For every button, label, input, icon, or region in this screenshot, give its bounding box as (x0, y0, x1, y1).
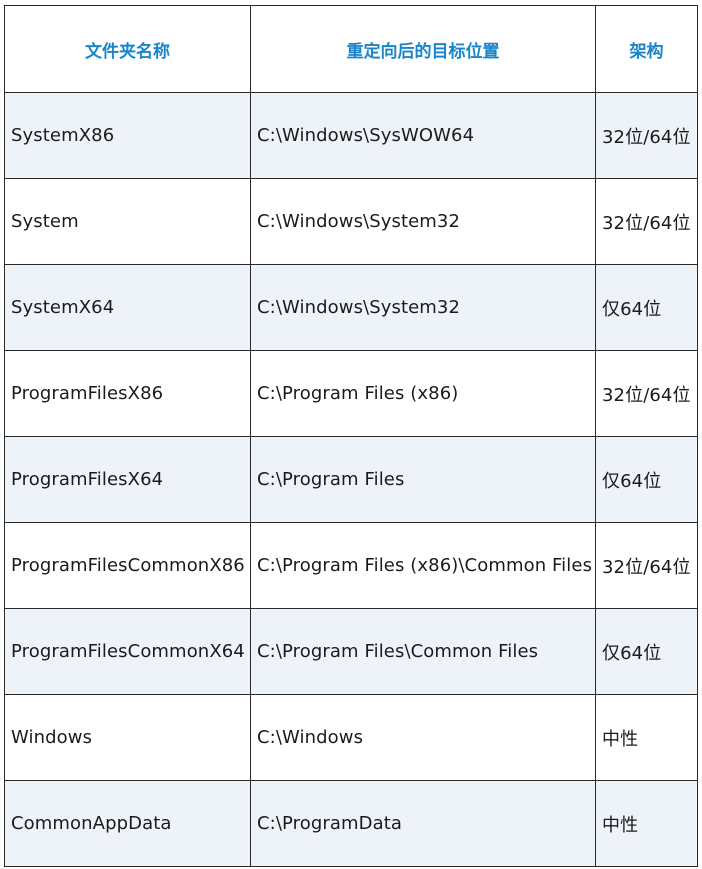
table-header-row: 文件夹名称 重定向后的目标位置 架构 (4, 5, 698, 93)
table-row: ProgramFilesCommonX64 C:\Program Files\C… (4, 608, 698, 695)
cell-target-location: C:\Program Files (x86) (250, 350, 596, 437)
cell-target-location: C:\Windows (250, 694, 596, 781)
header-folder-name: 文件夹名称 (4, 5, 251, 93)
cell-folder-name: SystemX64 (4, 264, 251, 351)
table-row: SystemX64 C:\Windows\System32 仅64位 (4, 264, 698, 351)
cell-target-location: C:\Windows\System32 (250, 264, 596, 351)
table-row: CommonAppData C:\ProgramData 中性 (4, 780, 698, 867)
cell-architecture: 中性 (595, 780, 698, 867)
cell-folder-name: Windows (4, 694, 251, 781)
folder-redirect-table: 文件夹名称 重定向后的目标位置 架构 SystemX86 C:\Windows\… (4, 5, 698, 867)
cell-target-location: C:\Program Files (x86)\Common Files (250, 522, 596, 609)
cell-folder-name: System (4, 178, 251, 265)
cell-architecture: 仅64位 (595, 608, 698, 695)
folder-redirect-table-container: 文件夹名称 重定向后的目标位置 架构 SystemX86 C:\Windows\… (4, 5, 698, 867)
cell-target-location: C:\ProgramData (250, 780, 596, 867)
table-row: Windows C:\Windows 中性 (4, 694, 698, 781)
cell-folder-name: CommonAppData (4, 780, 251, 867)
header-target-location: 重定向后的目标位置 (250, 5, 596, 93)
cell-folder-name: ProgramFilesX86 (4, 350, 251, 437)
cell-folder-name: ProgramFilesX64 (4, 436, 251, 523)
cell-target-location: C:\Windows\System32 (250, 178, 596, 265)
cell-architecture: 仅64位 (595, 436, 698, 523)
cell-folder-name: ProgramFilesCommonX64 (4, 608, 251, 695)
cell-architecture: 32位/64位 (595, 350, 698, 437)
header-architecture: 架构 (595, 5, 698, 93)
table-row: ProgramFilesX64 C:\Program Files 仅64位 (4, 436, 698, 523)
cell-target-location: C:\Windows\SysWOW64 (250, 92, 596, 179)
cell-architecture: 中性 (595, 694, 698, 781)
table-row: SystemX86 C:\Windows\SysWOW64 32位/64位 (4, 92, 698, 179)
cell-architecture: 仅64位 (595, 264, 698, 351)
table-row: System C:\Windows\System32 32位/64位 (4, 178, 698, 265)
cell-folder-name: ProgramFilesCommonX86 (4, 522, 251, 609)
table-row: ProgramFilesCommonX86 C:\Program Files (… (4, 522, 698, 609)
cell-target-location: C:\Program Files (250, 436, 596, 523)
cell-architecture: 32位/64位 (595, 178, 698, 265)
cell-folder-name: SystemX86 (4, 92, 251, 179)
table-row: ProgramFilesX86 C:\Program Files (x86) 3… (4, 350, 698, 437)
cell-architecture: 32位/64位 (595, 92, 698, 179)
cell-target-location: C:\Program Files\Common Files (250, 608, 596, 695)
cell-architecture: 32位/64位 (595, 522, 698, 609)
